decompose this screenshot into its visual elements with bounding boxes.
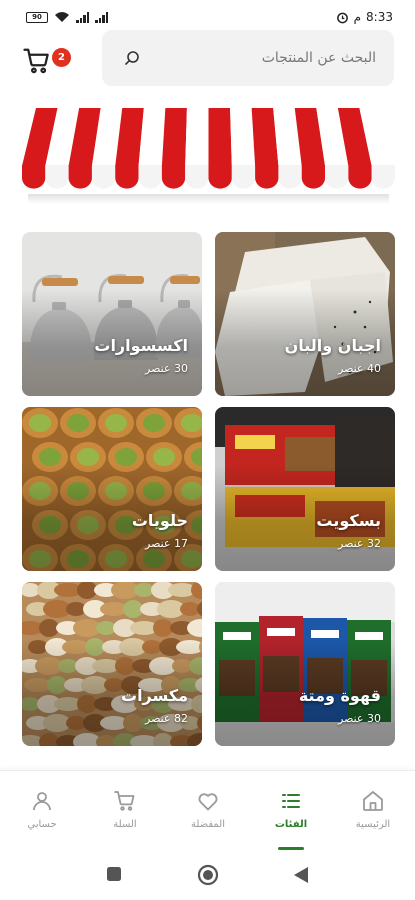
awning-scallop xyxy=(231,165,256,189)
awning-scallop xyxy=(371,165,395,189)
category-card-biscuits[interactable]: بسكويت 32 عنصر xyxy=(215,407,395,571)
back-button-icon[interactable] xyxy=(293,866,309,884)
awning-scallop xyxy=(208,165,232,189)
search-placeholder: البحث عن المنتجات xyxy=(261,50,376,66)
category-title: مكسرات xyxy=(120,686,188,705)
category-item-count: 17 عنصر xyxy=(145,537,188,550)
category-card-nuts[interactable]: مكسرات 82 عنصر xyxy=(22,582,202,746)
awning-stripe xyxy=(185,108,209,166)
category-title: قهوة ومتة xyxy=(298,686,381,705)
heart-icon xyxy=(198,793,218,811)
awning-scallop xyxy=(278,165,302,189)
nav-label: المفضلة xyxy=(190,819,225,830)
header: 2 البحث عن المنتجات xyxy=(0,28,415,92)
recents-button-icon[interactable] xyxy=(106,866,122,882)
nav-item-categories[interactable]: الفئات xyxy=(256,789,326,830)
wifi-icon xyxy=(55,12,69,22)
nav-label: حسابي xyxy=(27,819,57,830)
awning-stripe xyxy=(161,108,187,166)
awning-scallop xyxy=(68,165,92,189)
status-icons-right: م 8:33 xyxy=(336,10,393,24)
category-item-count: 30 عنصر xyxy=(338,712,381,725)
category-item-count: 32 عنصر xyxy=(338,537,381,550)
awning-scallop xyxy=(22,165,46,189)
category-card-cheese[interactable]: اجبان والبان 40 عنصر xyxy=(215,232,395,396)
categories-icon xyxy=(282,794,300,808)
awning-scallop xyxy=(91,165,116,189)
search-icon xyxy=(125,51,139,65)
category-item-count: 82 عنصر xyxy=(145,712,188,725)
active-tab-indicator xyxy=(278,847,304,850)
home-button-icon[interactable] xyxy=(197,864,219,886)
system-navigation-bar xyxy=(0,852,415,900)
time-suffix: م xyxy=(353,10,362,24)
alarm-icon xyxy=(336,12,348,23)
nav-label: الفئات xyxy=(274,819,308,830)
search-input[interactable]: البحث عن المنتجات xyxy=(102,30,394,86)
awning-scallop xyxy=(255,165,279,189)
nav-item-home[interactable]: الرئيسية xyxy=(338,789,408,830)
nav-item-cart[interactable]: السلة xyxy=(90,789,160,830)
category-card-coffee[interactable]: قهوة ومتة 30 عنصر xyxy=(215,582,395,746)
cart-icon xyxy=(23,48,49,74)
user-icon xyxy=(33,792,51,811)
awning-scallop xyxy=(45,165,69,189)
cart-count-badge: 2 xyxy=(52,48,71,67)
awning-scallop xyxy=(185,165,209,189)
store-awning-banner xyxy=(22,108,395,204)
bottom-navigation: الرئيسية الفئات المفضلة السلة حسابي xyxy=(0,770,415,852)
awning-scallop xyxy=(325,165,349,189)
cart-icon xyxy=(114,791,135,811)
awning-scallop xyxy=(301,165,326,189)
category-card-accessories[interactable]: اكسسوارات 30 عنصر xyxy=(22,232,202,396)
category-card-sweets[interactable]: حلويات 17 عنصر xyxy=(22,407,202,571)
awning-stripe xyxy=(208,108,232,166)
awning-scallop xyxy=(348,165,372,189)
home-icon xyxy=(363,791,383,811)
category-item-count: 40 عنصر xyxy=(338,362,381,375)
nav-label: السلة xyxy=(113,819,137,830)
nav-item-account[interactable]: حسابي xyxy=(7,789,77,830)
category-item-count: 30 عنصر xyxy=(145,362,188,375)
signal-icon xyxy=(76,11,89,23)
cart-button[interactable]: 2 xyxy=(22,44,74,78)
awning-scallop xyxy=(115,165,139,189)
nav-label: الرئيسية xyxy=(355,819,391,830)
battery-icon: 90 xyxy=(26,11,48,23)
awning-scallop xyxy=(138,165,162,189)
category-title: بسكويت xyxy=(316,511,381,530)
category-title: اجبان والبان xyxy=(284,336,381,355)
awning-scallop xyxy=(161,165,186,189)
clock: 8:33 xyxy=(366,10,393,24)
signal-icon xyxy=(95,11,108,23)
nav-item-favorites[interactable]: المفضلة xyxy=(173,789,243,830)
category-title: اكسسوارات xyxy=(94,336,188,355)
awning-stripe xyxy=(230,108,256,166)
category-title: حلويات xyxy=(131,511,188,530)
status-icons-left: 90 xyxy=(26,11,108,23)
